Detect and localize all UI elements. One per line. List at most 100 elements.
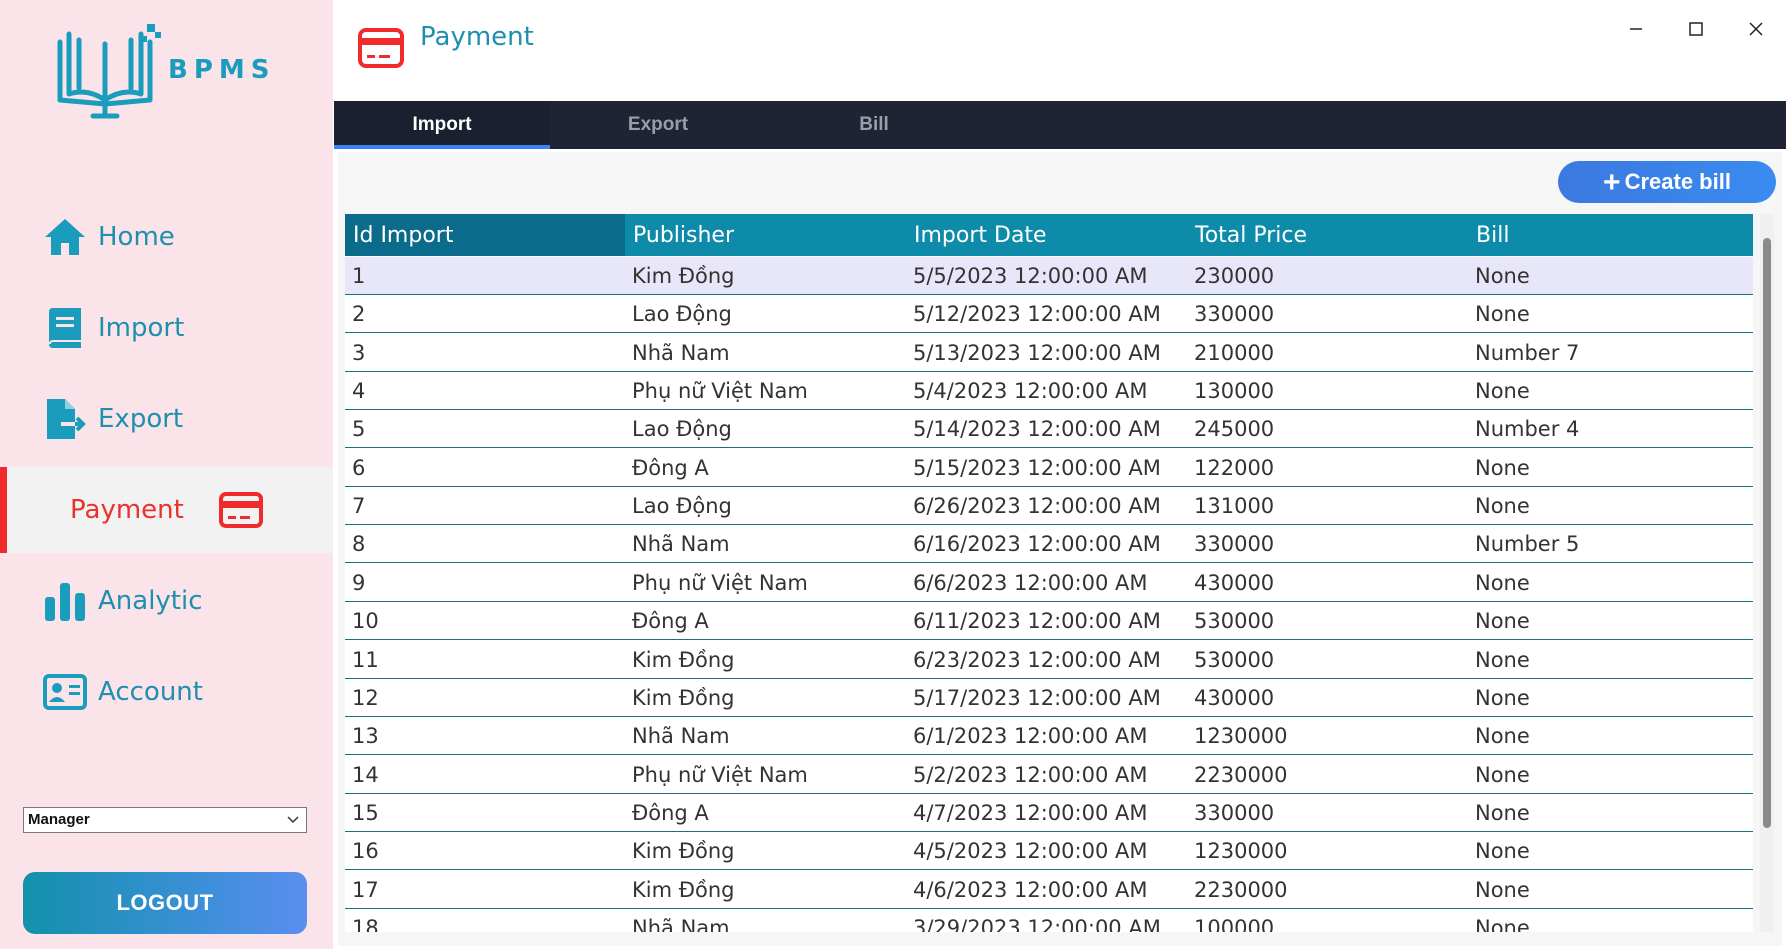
table-cell: 2230000 xyxy=(1194,877,1288,902)
table-cell: 5/14/2023 12:00:00 AM xyxy=(913,417,1161,442)
role-select[interactable]: Manager xyxy=(23,807,307,833)
column-header[interactable]: Id Import xyxy=(345,214,625,256)
column-header[interactable]: Import Date xyxy=(906,214,1187,256)
minimize-icon[interactable] xyxy=(1623,16,1649,42)
table-cell: 14 xyxy=(352,762,379,787)
table-cell: Kim Đồng xyxy=(632,685,735,710)
table-row[interactable]: 14 Phụ nữ Việt Nam 5/2/2023 12:00:00 AM 223… xyxy=(345,756,1753,794)
table-row[interactable]: 13 Nhã Nam 6/1/2023 12:00:00 AM 1230000 None xyxy=(345,717,1753,756)
table-cell: 6/1/2023 12:00:00 AM xyxy=(913,724,1148,749)
table-cell: 122000 xyxy=(1194,455,1275,480)
table-cell: 4 xyxy=(352,379,366,404)
table-cell: Nhã Nam xyxy=(632,340,730,365)
table-row[interactable]: 12 Kim Đồng 5/17/2023 12:00:00 AM 430000 Non… xyxy=(345,679,1753,717)
bpms-logo: BPMS xyxy=(55,22,295,122)
tab-bill[interactable]: Bill xyxy=(766,101,982,149)
file-export-icon xyxy=(47,399,86,439)
sidebar-item-home[interactable]: Home xyxy=(0,194,333,280)
table-row[interactable]: 17 Kim Đồng 4/6/2023 12:00:00 AM 2230000 Non… xyxy=(345,871,1753,909)
table-cell: 5/4/2023 12:00:00 AM xyxy=(913,379,1148,404)
table-row[interactable]: 16 Kim Đồng 4/5/2023 12:00:00 AM 1230000 Non… xyxy=(345,832,1753,871)
table-cell: None xyxy=(1475,724,1530,749)
table-cell: 1230000 xyxy=(1194,839,1288,864)
table-cell: Lao Động xyxy=(632,417,732,442)
sidebar-item-account[interactable]: Account xyxy=(0,649,333,735)
scrollbar-thumb[interactable] xyxy=(1763,238,1771,828)
table-cell: Nhã Nam xyxy=(632,532,730,557)
table-cell: 4/7/2023 12:00:00 AM xyxy=(913,800,1148,825)
table-cell: 6/16/2023 12:00:00 AM xyxy=(913,532,1161,557)
table-cell: Number 4 xyxy=(1475,417,1580,442)
table-cell: 8 xyxy=(352,532,366,557)
table-cell: 230000 xyxy=(1194,264,1275,288)
table-row[interactable]: 3 Nhã Nam 5/13/2023 12:00:00 AM 210000 Numbe… xyxy=(345,334,1753,372)
table-cell: Lao Động xyxy=(632,494,732,519)
table-cell: None xyxy=(1475,800,1530,825)
sidebar-item-label: Export xyxy=(98,404,184,434)
table-cell: 4/5/2023 12:00:00 AM xyxy=(913,839,1148,864)
table-cell: 330000 xyxy=(1194,302,1275,327)
tab-import[interactable]: Import xyxy=(334,101,550,149)
table-cell: None xyxy=(1475,302,1530,327)
table-cell: 1 xyxy=(352,264,366,288)
table-cell: 6/23/2023 12:00:00 AM xyxy=(913,647,1161,672)
table-cell: Đông A xyxy=(632,800,709,825)
table-row[interactable]: 5 Lao Động 5/14/2023 12:00:00 AM 245000 Numb… xyxy=(345,410,1753,449)
table-cell: 16 xyxy=(352,839,379,864)
table-row[interactable]: 18 Nhã Nam 3/29/2023 12:00:00 AM 100000 None xyxy=(345,909,1753,932)
table-cell: 100000 xyxy=(1194,915,1275,932)
table-row[interactable]: 10 Đông A 6/11/2023 12:00:00 AM 530000 None xyxy=(345,602,1753,641)
sidebar-item-label: Account xyxy=(98,677,203,707)
table-cell: None xyxy=(1475,455,1530,480)
table-cell: None xyxy=(1475,609,1530,634)
table-cell: 330000 xyxy=(1194,532,1275,557)
id-card-icon xyxy=(43,674,87,710)
column-header[interactable]: Bill xyxy=(1468,214,1753,256)
table-row[interactable]: 9 Phụ nữ Việt Nam 6/6/2023 12:00:00 AM 4300… xyxy=(345,564,1753,602)
table-row[interactable]: 15 Đông A 4/7/2023 12:00:00 AM 330000 None xyxy=(345,794,1753,832)
create-bill-button[interactable]: + Create bill xyxy=(1558,161,1776,203)
column-header[interactable]: Total Price xyxy=(1187,214,1468,256)
table-cell: Kim Đồng xyxy=(632,647,735,672)
logo-text: BPMS xyxy=(168,55,276,85)
table-cell: None xyxy=(1475,379,1530,404)
table-cell: 3 xyxy=(352,340,366,365)
credit-card-icon xyxy=(219,492,263,528)
table-cell: None xyxy=(1475,877,1530,902)
table-row[interactable]: 6 Đông A 5/15/2023 12:00:00 AM 122000 None xyxy=(345,449,1753,487)
sidebar-item-payment[interactable]: Payment xyxy=(0,467,333,553)
table-row[interactable]: 1 Kim Đồng 5/5/2023 12:00:00 AM 230000 None xyxy=(345,257,1753,295)
table-row[interactable]: 4 Phụ nữ Việt Nam 5/4/2023 12:00:00 AM 1300… xyxy=(345,372,1753,411)
vertical-scrollbar[interactable] xyxy=(1760,214,1774,932)
table-cell: 10 xyxy=(352,609,379,634)
import-table: Id Import Publisher Import Date Total Pr… xyxy=(345,214,1753,932)
table-cell: 6 xyxy=(352,455,366,480)
table-cell: Kim Đồng xyxy=(632,264,735,288)
sidebar-item-import[interactable]: Import xyxy=(0,285,333,371)
sidebar-item-export[interactable]: Export xyxy=(0,376,333,462)
tab-bar: Import Export Bill xyxy=(334,101,1786,149)
chevron-down-icon xyxy=(287,816,299,824)
column-header[interactable]: Publisher xyxy=(625,214,906,256)
close-icon[interactable] xyxy=(1743,16,1769,42)
table-cell: None xyxy=(1475,915,1530,932)
table-row[interactable]: 2 Lao Động 5/12/2023 12:00:00 AM 330000 None xyxy=(345,295,1753,334)
table-cell: Đông A xyxy=(632,609,709,634)
table-cell: Kim Đồng xyxy=(632,839,735,864)
tab-export[interactable]: Export xyxy=(550,101,766,149)
table-row[interactable]: 11 Kim Đồng 6/23/2023 12:00:00 AM 530000 Non… xyxy=(345,641,1753,679)
sidebar-item-analytic[interactable]: Analytic xyxy=(0,558,333,644)
sidebar-item-label: Analytic xyxy=(98,586,203,616)
table-cell: 2230000 xyxy=(1194,762,1288,787)
logout-button[interactable]: LOGOUT xyxy=(23,872,307,934)
book-monitor-logo-icon xyxy=(57,24,161,119)
table-row[interactable]: 8 Nhã Nam 6/16/2023 12:00:00 AM 330000 Numbe… xyxy=(345,525,1753,564)
table-cell: 5/13/2023 12:00:00 AM xyxy=(913,340,1161,365)
table-cell: Phụ nữ Việt Nam xyxy=(632,570,808,595)
table-cell: 5/17/2023 12:00:00 AM xyxy=(913,685,1161,710)
maximize-icon[interactable] xyxy=(1683,16,1709,42)
table-cell: 4/6/2023 12:00:00 AM xyxy=(913,877,1148,902)
table-row[interactable]: 7 Lao Động 6/26/2023 12:00:00 AM 131000 None xyxy=(345,487,1753,526)
table-cell: 11 xyxy=(352,647,379,672)
table-cell: None xyxy=(1475,839,1530,864)
